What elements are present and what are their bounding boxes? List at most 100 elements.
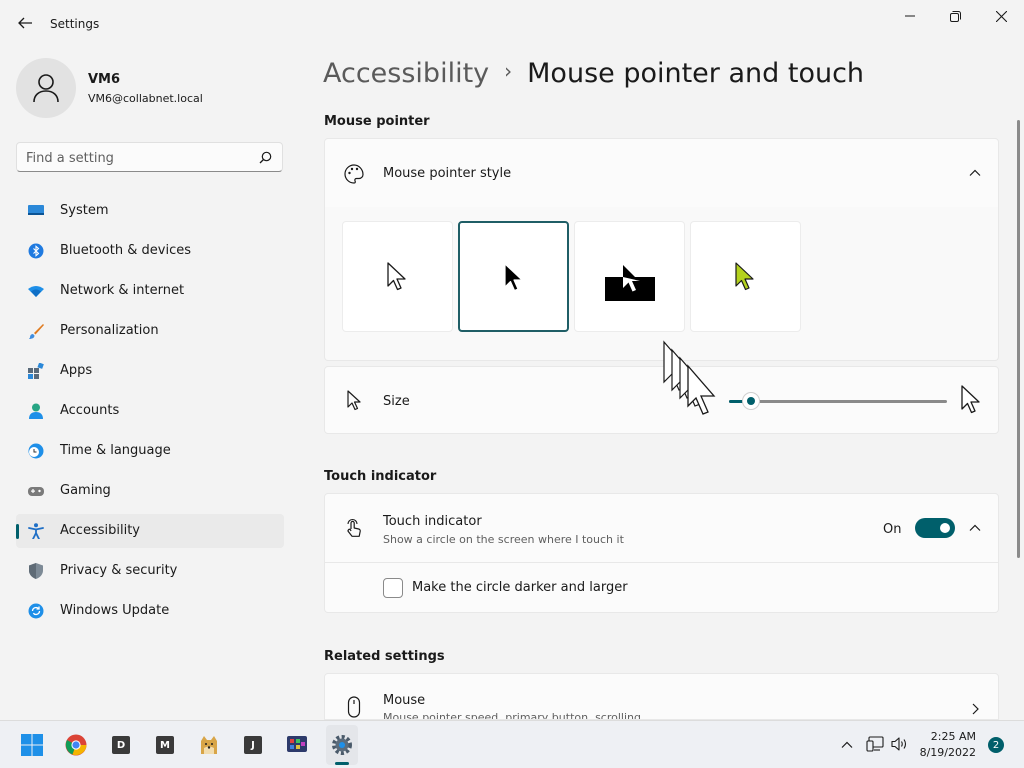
search-input[interactable] xyxy=(26,148,246,168)
network-status-icon[interactable] xyxy=(866,736,884,752)
restore-icon xyxy=(949,10,961,22)
windows-start-icon xyxy=(21,734,43,756)
sidebar-nav: System Bluetooth & devices Network & int… xyxy=(16,194,284,634)
touch-indicator-title: Touch indicator xyxy=(383,514,482,529)
minimize-icon xyxy=(905,15,915,17)
chrome-taskbar-button[interactable] xyxy=(64,733,88,757)
apps-icon xyxy=(28,363,44,379)
darker-circle-option: Make the circle darker and larger xyxy=(324,563,999,613)
page-title: Mouse pointer and touch xyxy=(527,58,865,89)
clock-globe-icon xyxy=(28,443,44,459)
close-icon xyxy=(995,10,1007,22)
monitor-icon xyxy=(28,205,44,215)
mouse-link-description: Mouse pointer speed, primary button, scr… xyxy=(383,711,641,720)
touch-hand-icon xyxy=(347,518,361,537)
minimize-button[interactable] xyxy=(887,6,933,26)
pointer-style-inverted[interactable] xyxy=(574,221,685,332)
palette-icon xyxy=(344,164,364,184)
restore-button[interactable] xyxy=(932,6,978,26)
inverted-cursor-icon xyxy=(623,265,640,292)
sidebar-item-apps[interactable]: Apps xyxy=(16,354,284,388)
white-cursor-icon xyxy=(387,262,406,291)
sidebar-item-system[interactable]: System xyxy=(16,194,284,228)
pointer-style-black[interactable] xyxy=(458,221,569,332)
mouse-pointer-style-header[interactable]: Mouse pointer style xyxy=(324,138,999,208)
clock-time: 2:25 AM xyxy=(930,730,976,743)
slider-thumb[interactable] xyxy=(742,392,760,410)
app-j-taskbar-button[interactable]: J xyxy=(241,733,265,757)
title-bar: Settings xyxy=(0,0,1024,48)
mouse-icon xyxy=(347,696,361,718)
user-name: VM6 xyxy=(88,72,121,87)
pointer-icon xyxy=(347,390,361,411)
sidebar-item-time-language[interactable]: Time & language xyxy=(16,434,284,468)
user-email: VM6@collabnet.local xyxy=(88,92,203,105)
pointer-style-options xyxy=(324,207,999,361)
sidebar-item-accounts[interactable]: Accounts xyxy=(16,394,284,428)
sidebar-item-privacy[interactable]: Privacy & security xyxy=(16,554,284,588)
mouse-settings-link[interactable]: Mouse Mouse pointer speed, primary butto… xyxy=(324,673,999,720)
clock-date: 8/19/2022 xyxy=(919,746,976,759)
touch-indicator-toggle[interactable] xyxy=(915,518,955,538)
large-pointer-icon xyxy=(961,385,980,414)
breadcrumb-separator: › xyxy=(504,59,513,83)
doge-icon xyxy=(201,736,217,754)
black-cursor-icon xyxy=(504,263,523,292)
chevron-up-icon[interactable] xyxy=(841,739,853,751)
sidebar-item-windows-update[interactable]: Windows Update xyxy=(16,594,284,628)
taskbar: D M J 2:25 AM 8/19/2022 2 xyxy=(0,720,1024,768)
gamepad-icon xyxy=(28,487,44,496)
size-label: Size xyxy=(383,394,410,409)
mouse-pointer-style-title: Mouse pointer style xyxy=(383,166,512,181)
sidebar-item-gaming[interactable]: Gaming xyxy=(16,474,284,508)
app-m-taskbar-button[interactable]: M xyxy=(153,733,177,757)
chrome-icon xyxy=(65,734,87,756)
window-title: Settings xyxy=(50,17,100,31)
app-d-icon: D xyxy=(112,736,130,754)
search-icon[interactable] xyxy=(259,151,272,164)
person-icon xyxy=(29,403,43,419)
brush-icon xyxy=(29,324,44,339)
settings-taskbar-button[interactable] xyxy=(330,733,354,757)
sidebar-item-network[interactable]: Network & internet xyxy=(16,274,284,308)
close-button[interactable] xyxy=(978,6,1024,26)
accessibility-icon xyxy=(28,523,44,539)
section-title-touch-indicator: Touch indicator xyxy=(324,469,437,484)
scrollbar[interactable] xyxy=(1017,120,1020,558)
app-m-icon: M xyxy=(156,736,174,754)
custom-color-cursor-icon xyxy=(735,262,754,291)
mouse-cursor-trail-icon xyxy=(663,340,716,415)
volume-icon[interactable] xyxy=(891,736,909,752)
touch-indicator-card[interactable]: Touch indicator Show a circle on the scr… xyxy=(324,493,999,563)
chevron-up-icon[interactable] xyxy=(968,521,982,535)
update-icon xyxy=(28,603,44,619)
doge-taskbar-button[interactable] xyxy=(197,733,221,757)
mouse-link-title: Mouse xyxy=(383,693,426,708)
chevron-up-icon[interactable] xyxy=(968,166,982,180)
section-title-related-settings: Related settings xyxy=(324,649,445,664)
touch-indicator-description: Show a circle on the screen where I touc… xyxy=(383,533,624,546)
pointer-style-custom[interactable] xyxy=(690,221,801,332)
darker-circle-label[interactable]: Make the circle darker and larger xyxy=(412,580,628,595)
network-tool-icon xyxy=(287,736,307,752)
app-d-taskbar-button[interactable]: D xyxy=(109,733,133,757)
slider-track xyxy=(729,400,947,403)
breadcrumb-parent[interactable]: Accessibility xyxy=(323,58,489,89)
search-box[interactable] xyxy=(16,142,283,172)
pointer-size-slider[interactable] xyxy=(729,392,947,410)
active-app-indicator xyxy=(335,762,349,765)
sidebar-item-bluetooth[interactable]: Bluetooth & devices xyxy=(16,234,284,268)
sidebar-item-personalization[interactable]: Personalization xyxy=(16,314,284,348)
breadcrumb: Accessibility › Mouse pointer and touch xyxy=(323,58,864,89)
avatar[interactable] xyxy=(16,58,76,118)
pointer-style-white[interactable] xyxy=(342,221,453,332)
sidebar-item-accessibility[interactable]: Accessibility xyxy=(16,514,284,548)
clock[interactable]: 2:25 AM 8/19/2022 xyxy=(914,729,976,761)
notification-badge[interactable]: 2 xyxy=(988,737,1004,753)
section-title-mouse-pointer: Mouse pointer xyxy=(324,114,430,129)
start-button[interactable] xyxy=(20,733,44,757)
toggle-state-label: On xyxy=(883,522,902,537)
darker-circle-checkbox[interactable] xyxy=(383,578,403,598)
network-tool-taskbar-button[interactable] xyxy=(285,733,309,757)
back-arrow-icon[interactable] xyxy=(16,14,34,32)
